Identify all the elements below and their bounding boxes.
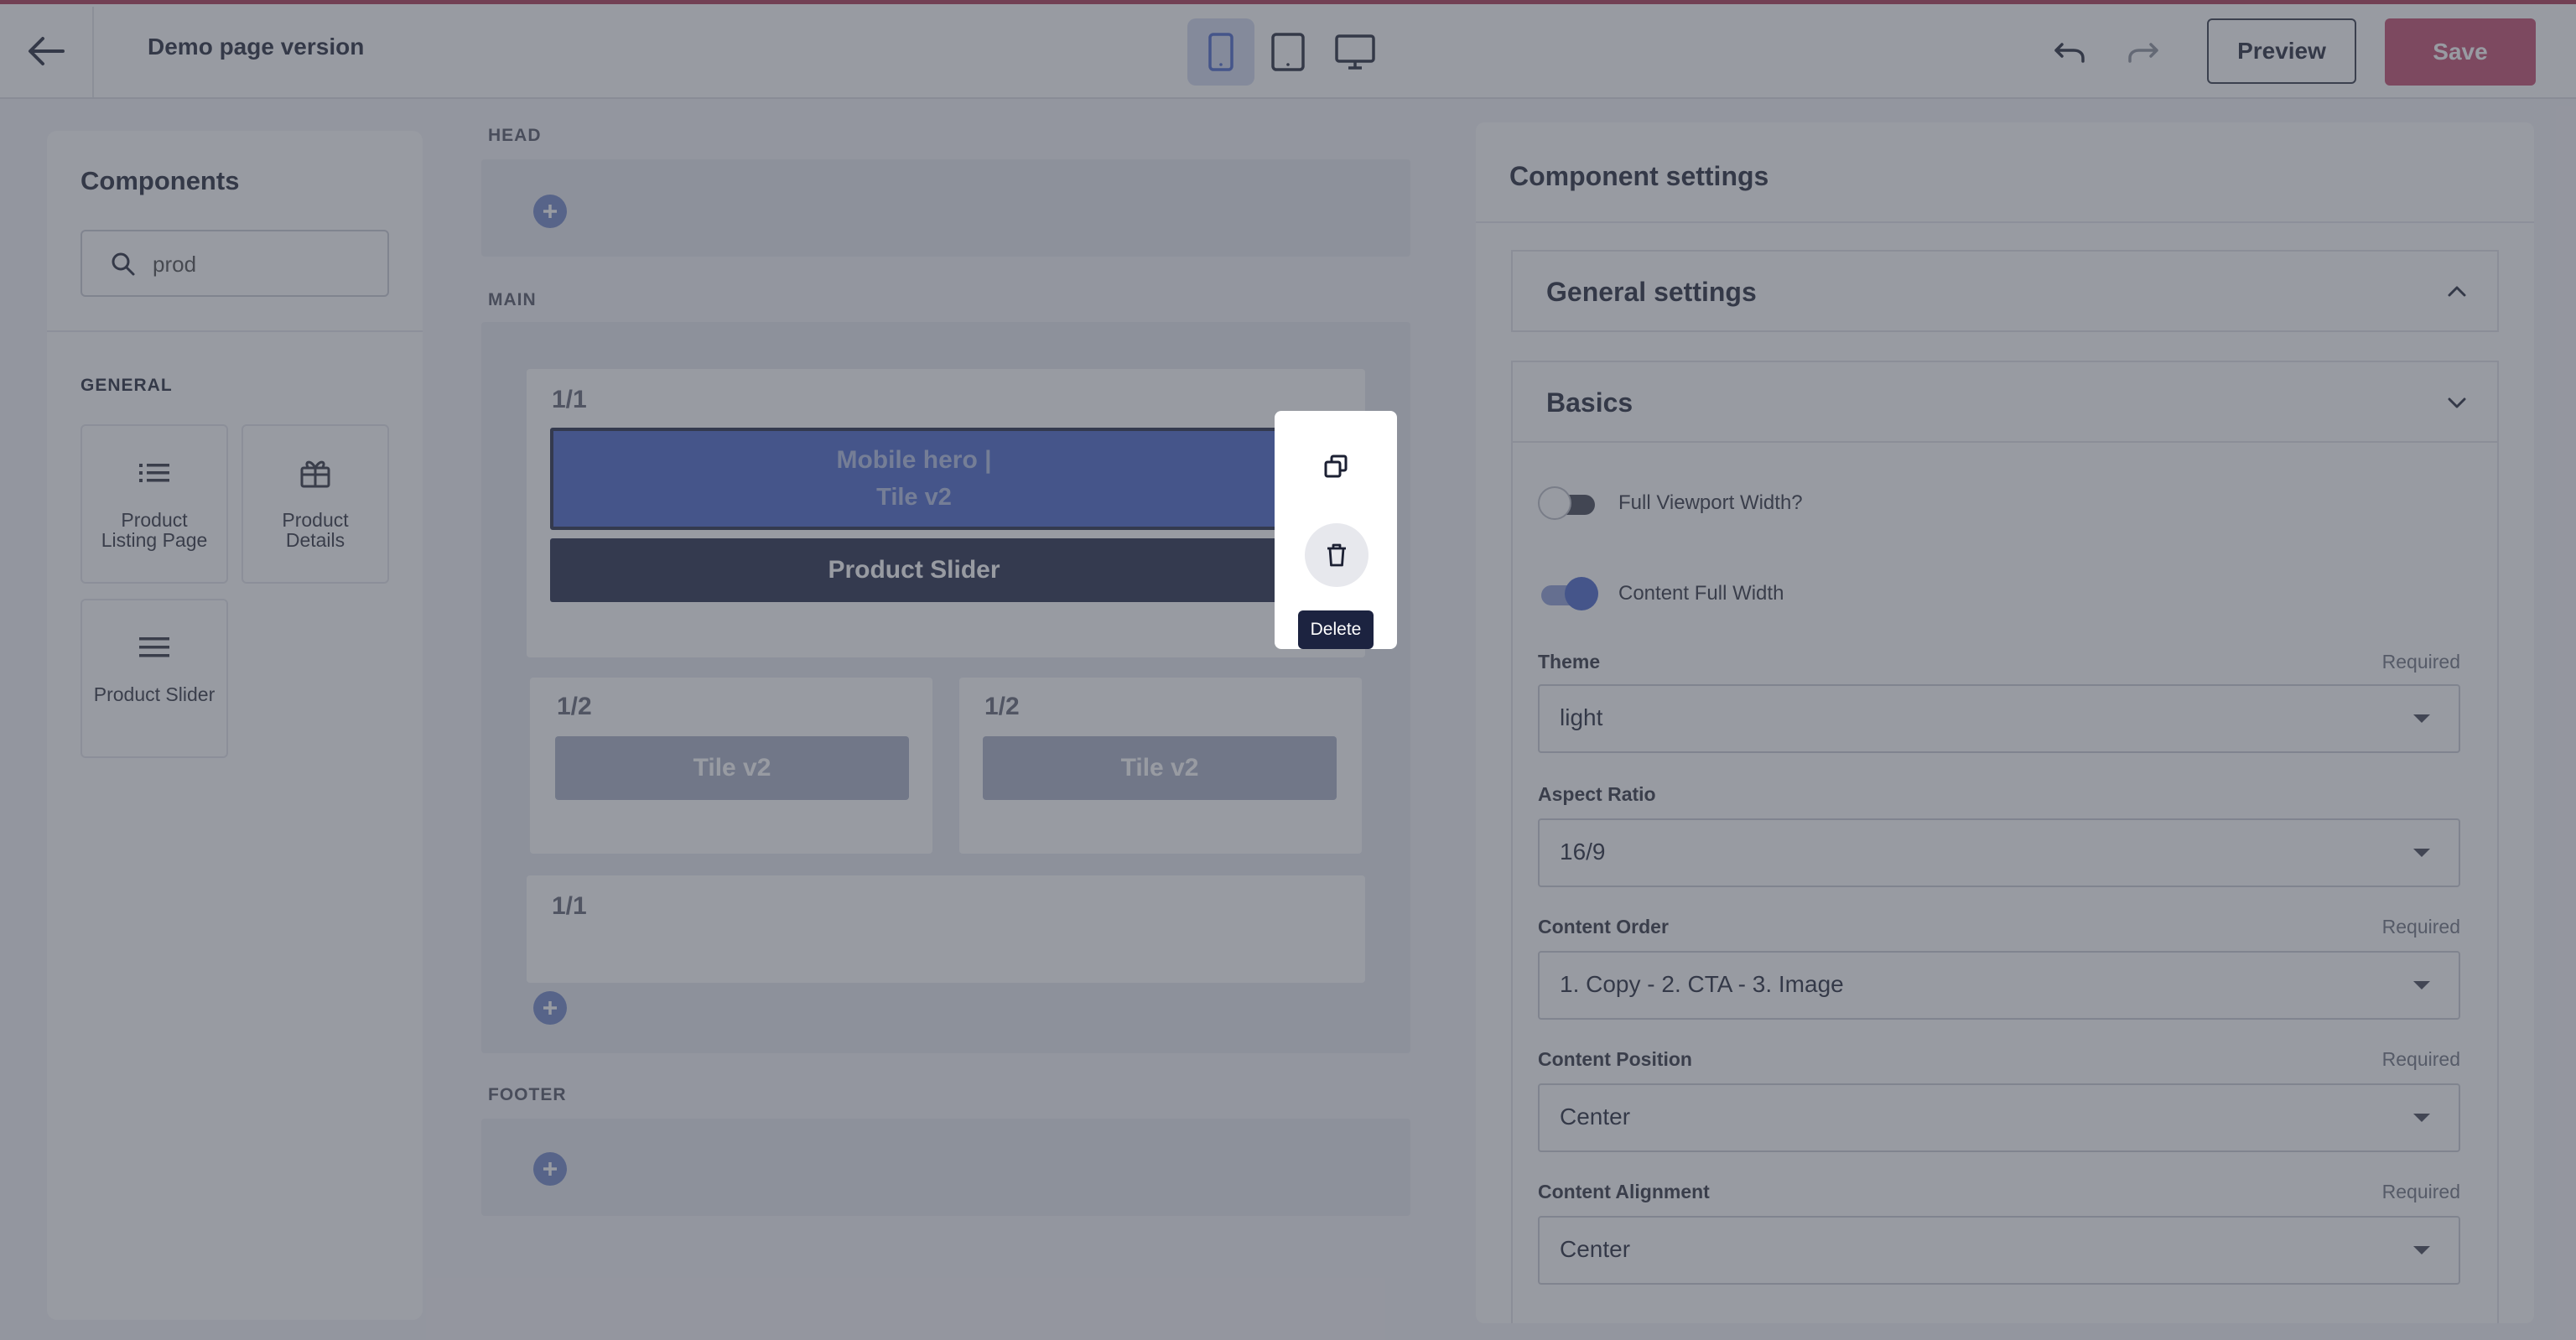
copy-icon xyxy=(1324,454,1348,478)
field-label-content-order: Content Order xyxy=(1538,916,1669,937)
caret-down-icon xyxy=(2413,1114,2430,1122)
chevron-down-icon xyxy=(2448,397,2466,408)
required-indicator: Required xyxy=(2381,1048,2460,1070)
component-search[interactable] xyxy=(80,230,389,297)
gift-icon xyxy=(299,456,331,490)
area-label-main: MAIN xyxy=(488,290,537,309)
field-label-content-alignment: Content Alignment xyxy=(1538,1181,1710,1202)
component-label: Product Listing Page xyxy=(101,509,208,551)
plus-icon xyxy=(543,1162,557,1176)
select-value: Center xyxy=(1560,1104,1631,1130)
preview-button[interactable]: Preview xyxy=(2207,18,2356,84)
undo-icon xyxy=(2054,43,2085,63)
block-title: Mobile hero | xyxy=(836,446,992,474)
aspect-ratio-select[interactable]: 16/9 xyxy=(1538,818,2460,887)
components-title: Components xyxy=(80,166,240,195)
save-button[interactable]: Save xyxy=(2385,18,2536,86)
row-label: 1/1 xyxy=(552,892,587,920)
area-label-footer: FOOTER xyxy=(488,1085,567,1104)
chevron-up-icon xyxy=(2448,286,2466,297)
device-mobile-button[interactable] xyxy=(1187,18,1254,86)
accordion-general-settings[interactable]: General settings xyxy=(1511,250,2499,332)
components-panel: Components GENERAL Product Listing Page xyxy=(47,131,423,1320)
accent-line xyxy=(0,0,2576,4)
page-title: Demo page version xyxy=(148,34,365,60)
required-indicator: Required xyxy=(2381,916,2460,937)
caret-down-icon xyxy=(2413,1246,2430,1254)
top-toolbar: Demo page version Preview Save xyxy=(0,0,2576,99)
plus-icon xyxy=(543,1001,557,1015)
footer-drop-zone xyxy=(481,1119,1410,1216)
accordion-title: General settings xyxy=(1546,277,1757,307)
toggle-full-viewport-width[interactable] xyxy=(1538,486,1598,520)
desktop-device-icon xyxy=(1335,34,1375,70)
panel-divider xyxy=(47,330,423,332)
block-product-slider[interactable]: Product Slider xyxy=(550,538,1278,602)
component-label: Product Slider xyxy=(93,683,216,705)
select-value: 16/9 xyxy=(1560,839,1606,865)
row-label: 1/2 xyxy=(557,693,592,720)
toggle-label: Full Viewport Width? xyxy=(1618,491,1803,514)
delete-button[interactable] xyxy=(1305,523,1368,587)
duplicate-button[interactable] xyxy=(1311,449,1360,483)
component-card-product-slider[interactable]: Product Slider xyxy=(80,599,228,758)
delete-tooltip: Delete xyxy=(1298,610,1374,649)
caret-down-icon xyxy=(2413,981,2430,989)
page-builder-app: Demo page version Preview Save Component… xyxy=(0,0,2576,1340)
trash-icon xyxy=(1327,543,1346,567)
redo-icon xyxy=(2128,43,2158,63)
field-label-aspect-ratio: Aspect Ratio xyxy=(1538,783,1656,805)
theme-select[interactable]: light xyxy=(1538,684,2460,753)
menu-lines-icon xyxy=(139,631,169,664)
caret-down-icon xyxy=(2413,714,2430,723)
undo-button[interactable] xyxy=(2049,34,2090,70)
device-tablet-button[interactable] xyxy=(1254,18,1322,86)
add-head-component-button[interactable] xyxy=(533,195,567,228)
list-icon xyxy=(139,456,169,490)
content-position-select[interactable]: Center xyxy=(1538,1083,2460,1152)
header-divider xyxy=(92,7,94,97)
select-value: 1. Copy - 2. CTA - 3. Image xyxy=(1560,971,1844,997)
add-footer-component-button[interactable] xyxy=(533,1152,567,1186)
component-card-product-listing-page[interactable]: Product Listing Page xyxy=(80,424,228,584)
redo-button[interactable] xyxy=(2123,34,2163,70)
add-main-component-button[interactable] xyxy=(533,991,567,1025)
block-tile-v2[interactable]: Tile v2 xyxy=(555,736,909,800)
caret-down-icon xyxy=(2413,849,2430,857)
component-settings-panel: Component settings General settings Basi… xyxy=(1476,122,2534,1323)
back-button[interactable] xyxy=(23,32,69,70)
field-label-theme: Theme xyxy=(1538,651,1601,673)
area-label-head: HEAD xyxy=(488,126,542,145)
required-indicator: Required xyxy=(2381,1181,2460,1202)
required-indicator: Required xyxy=(2381,651,2460,673)
toggle-content-full-width[interactable] xyxy=(1538,577,1598,610)
field-label-content-position: Content Position xyxy=(1538,1048,1692,1070)
plus-icon xyxy=(543,205,557,218)
component-label: Product Details xyxy=(282,509,349,551)
arrow-left-icon xyxy=(29,37,65,65)
search-icon xyxy=(112,252,135,276)
row-label: 1/1 xyxy=(552,386,587,413)
toggle-label: Content Full Width xyxy=(1618,582,1784,605)
block-tile-v2[interactable]: Tile v2 xyxy=(983,736,1337,800)
device-desktop-button[interactable] xyxy=(1322,18,1389,86)
row-1-1-empty[interactable] xyxy=(527,875,1365,983)
row-label: 1/2 xyxy=(984,693,1020,720)
content-alignment-select[interactable]: Center xyxy=(1538,1216,2460,1285)
settings-title: Component settings xyxy=(1509,161,1769,191)
settings-divider xyxy=(1476,221,2534,223)
head-drop-zone xyxy=(481,159,1410,257)
block-subtitle: Tile v2 xyxy=(876,484,952,511)
search-input[interactable] xyxy=(151,247,381,282)
content-order-select[interactable]: 1. Copy - 2. CTA - 3. Image xyxy=(1538,951,2460,1020)
accordion-title: Basics xyxy=(1546,387,1633,418)
mobile-device-icon xyxy=(1208,33,1233,71)
section-label-general: GENERAL xyxy=(80,376,173,395)
select-value: light xyxy=(1560,704,1603,730)
select-value: Center xyxy=(1560,1236,1631,1262)
accordion-basics[interactable]: Basics xyxy=(1511,361,2499,443)
tablet-device-icon xyxy=(1271,33,1305,71)
component-card-product-details[interactable]: Product Details xyxy=(242,424,389,584)
block-mobile-hero[interactable]: Mobile hero | Tile v2 xyxy=(550,428,1278,530)
